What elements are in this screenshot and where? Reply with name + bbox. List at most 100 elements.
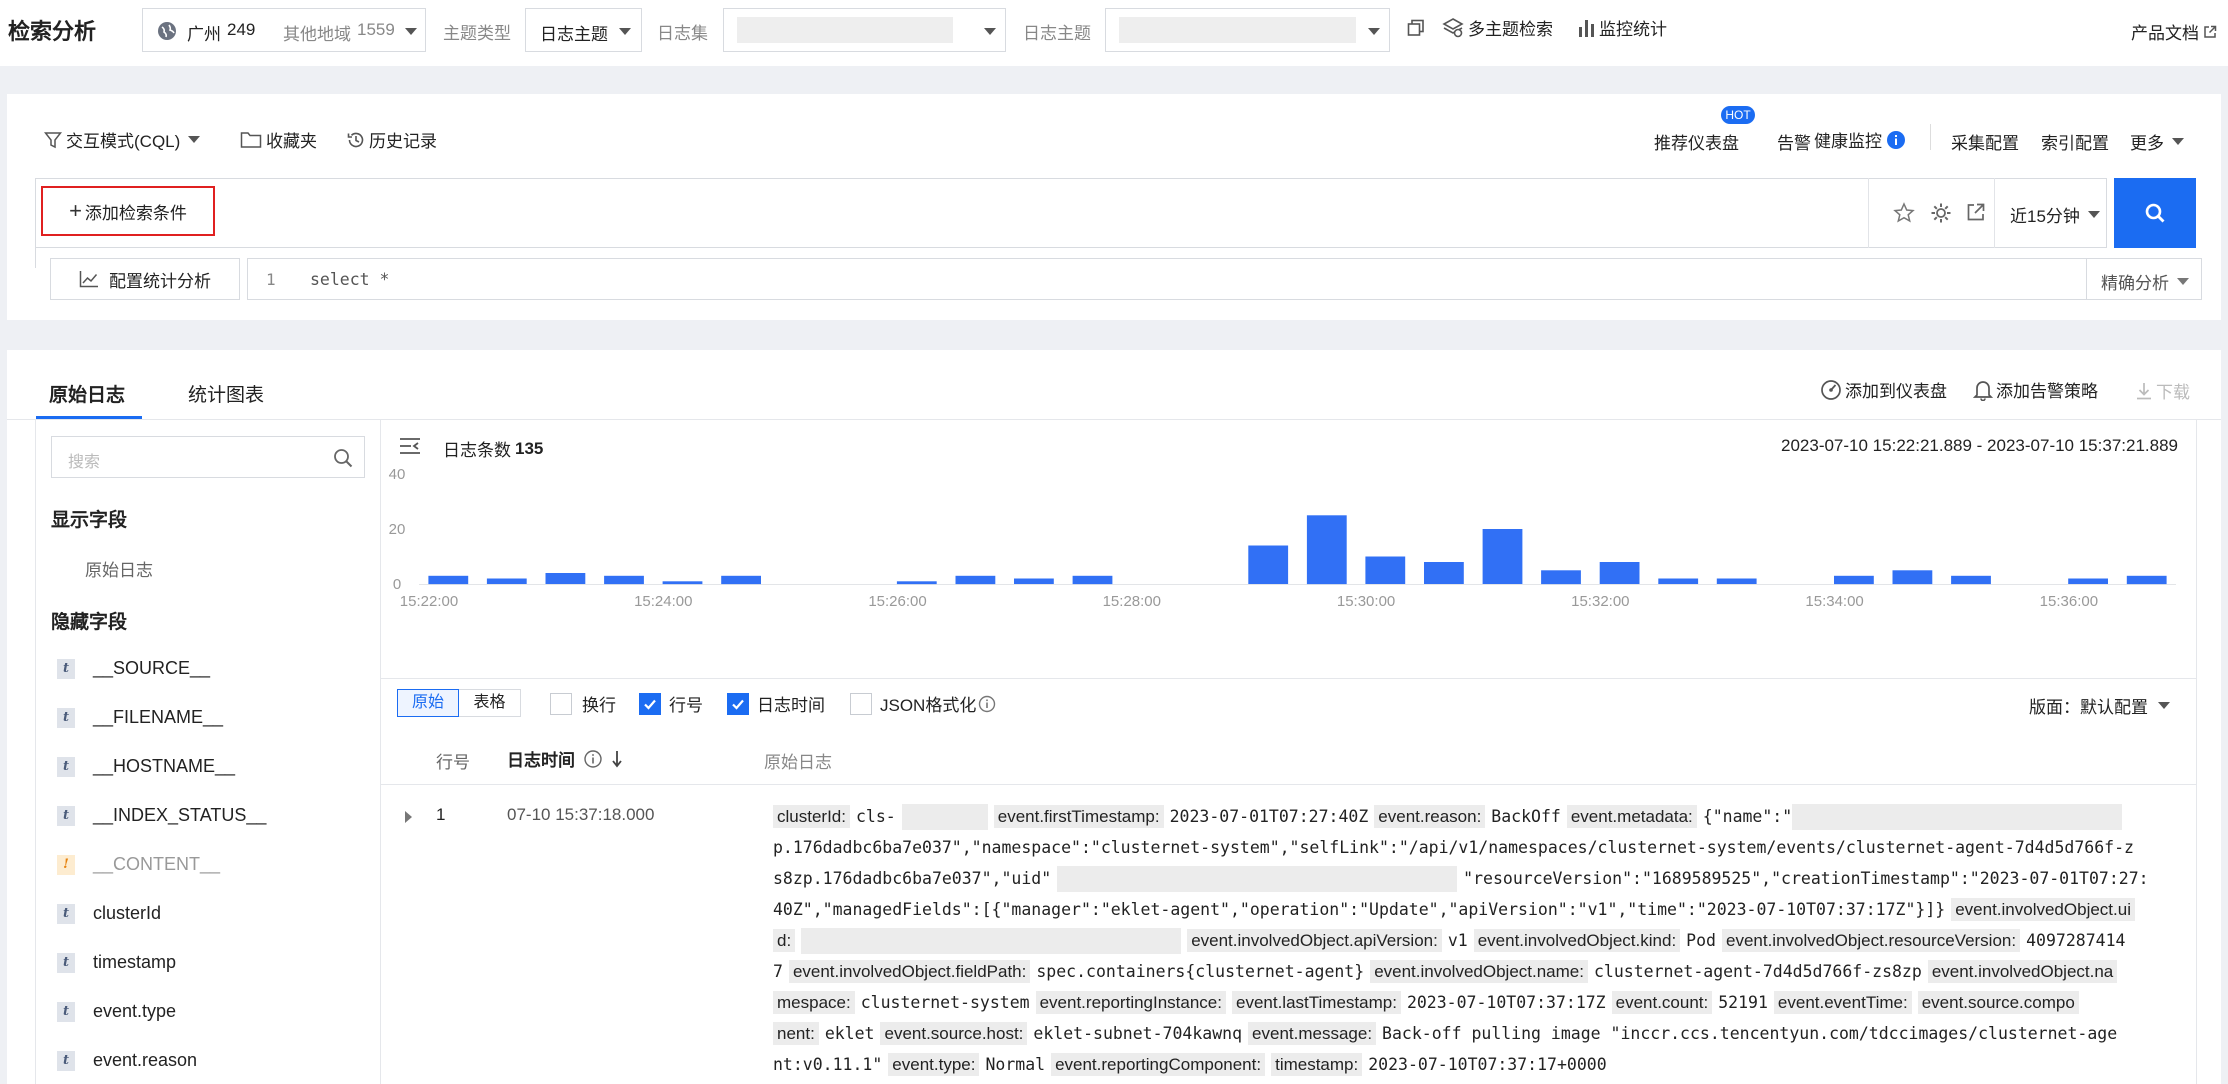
histogram-bar[interactable] (1306, 515, 1347, 585)
bell-icon (1973, 380, 1993, 401)
region-select[interactable]: 广州 249 其他地域 1559 (142, 8, 426, 52)
histogram-bar[interactable] (721, 575, 761, 585)
recommended-dashboard-link[interactable]: 推荐仪表盘 (1654, 129, 1739, 154)
display-field-item[interactable]: 原始日志 (85, 556, 153, 581)
layout-label: 版面： (2029, 698, 2080, 717)
expand-row-icon[interactable] (405, 811, 412, 823)
health-monitor-link[interactable]: 健康监控 (1814, 127, 1906, 152)
histogram-bar[interactable] (545, 573, 586, 584)
hidden-field-item[interactable]: t __HOSTNAME__ (57, 756, 235, 777)
text-type-icon: t (57, 707, 75, 728)
histogram-bar[interactable] (604, 575, 644, 585)
log-key: event.reportingInstance: (1035, 991, 1226, 1014)
histogram-bar[interactable] (1599, 562, 1640, 584)
json-format-checkbox[interactable]: JSON格式化 (850, 691, 996, 716)
histogram-bar[interactable] (1072, 575, 1113, 585)
tab-stats-chart[interactable]: 统计图表 (188, 380, 264, 407)
histogram-bar[interactable] (428, 575, 469, 585)
topic-type-select[interactable]: 日志主题 (525, 8, 642, 52)
histogram-bar[interactable] (1248, 545, 1289, 585)
field-search-input[interactable]: 搜索 (51, 436, 365, 478)
field-name: __INDEX_STATUS__ (93, 805, 267, 825)
logset-select[interactable] (723, 8, 1006, 52)
copy-icon[interactable] (1407, 19, 1425, 37)
hidden-field-item[interactable]: t clusterId (57, 903, 161, 924)
log-value: 409728741​4 (2026, 931, 2126, 950)
field-name: __HOSTNAME__ (93, 756, 236, 776)
histogram-bar[interactable] (486, 578, 527, 585)
log-line: 40Z","managedFields":[{"manager":"eklet-… (773, 894, 2141, 925)
gear-icon[interactable] (1930, 202, 1952, 224)
product-docs-link[interactable]: 产品文档 (2131, 19, 2217, 44)
mode-select[interactable]: 交互模式(CQL) (44, 127, 201, 152)
hidden-field-item[interactable]: t event.reason (57, 1050, 197, 1071)
wrap-checkbox[interactable]: 换行 (550, 691, 616, 716)
log-topic-select[interactable] (1105, 8, 1390, 52)
hidden-field-item[interactable]: t __SOURCE__ (57, 658, 210, 679)
sql-editor[interactable]: 1 select * 精确分析 (247, 258, 2202, 300)
share-icon[interactable] (1966, 202, 1986, 222)
hidden-field-item[interactable]: t timestamp (57, 952, 176, 973)
histogram-bar[interactable] (1892, 570, 1933, 585)
monitor-stats-button[interactable]: 监控统计 (1578, 15, 1667, 40)
collapse-icon[interactable] (399, 437, 421, 455)
x-tick-label: 15:30:00 (1337, 593, 1395, 610)
hidden-field-item[interactable]: t event.type (57, 1001, 176, 1022)
view-table-button[interactable]: 表格 (459, 689, 521, 717)
histogram-bar[interactable] (1014, 578, 1054, 585)
time-range-select[interactable]: 近15分钟 (2010, 202, 2100, 227)
precise-analysis-select[interactable]: 精确分析 (2101, 269, 2189, 294)
log-value: Pod (1686, 931, 1716, 950)
line-number-checkbox[interactable]: 行号 (639, 691, 703, 716)
alarm-link[interactable]: 告警 (1777, 129, 1811, 154)
chevron-down-icon (2087, 211, 2100, 218)
hidden-field-item[interactable]: t __INDEX_STATUS__ (57, 805, 266, 826)
view-raw-button[interactable]: 原始 (397, 689, 459, 717)
histogram-bar[interactable] (1658, 578, 1699, 585)
add-alarm-policy-button[interactable]: 添加告警策略 (1973, 377, 2098, 402)
collect-config-link[interactable]: 采集配置 (1951, 129, 2019, 154)
multi-topic-search-button[interactable]: 多主题检索 (1442, 15, 1553, 40)
config-stats-button[interactable]: 配置统计分析 (50, 258, 240, 300)
histogram-bar[interactable] (1716, 578, 1757, 585)
layout-select[interactable]: 版面： 默认配置 (2029, 693, 2170, 718)
histogram-bar[interactable] (2126, 575, 2167, 585)
index-config-link[interactable]: 索引配置 (2041, 129, 2109, 154)
x-tick-label: 15:28:00 (1103, 593, 1161, 610)
log-key: event.lastTimestamp: (1232, 991, 1401, 1014)
log-line: 7 event.involvedObject.fieldPath: spec.con… (773, 956, 2123, 987)
histogram-bar[interactable] (1424, 562, 1464, 584)
log-key: event.firstTimestamp: (993, 805, 1164, 828)
x-tick-label: 15:24:00 (634, 593, 692, 610)
tab-raw-log[interactable]: 原始日志 (49, 380, 125, 407)
y-tick-label: 20 (389, 521, 406, 538)
history-button[interactable]: 历史记录 (346, 127, 437, 152)
star-icon[interactable] (1893, 202, 1915, 224)
download-button[interactable]: 下载 (2135, 378, 2190, 403)
add-condition-label: 添加检索条件 (84, 203, 187, 223)
log-time-checkbox[interactable]: 日志时间 (727, 691, 825, 716)
histogram-bar[interactable] (2068, 578, 2108, 585)
hidden-field-item[interactable]: t __FILENAME__ (57, 707, 223, 728)
histogram-bar[interactable] (662, 581, 703, 585)
histogram-bar[interactable] (896, 581, 937, 585)
histogram-bar[interactable] (1541, 570, 1581, 585)
more-menu[interactable]: 更多 (2130, 129, 2184, 154)
histogram-bar[interactable] (955, 575, 996, 585)
column-header-time[interactable]: 日志时间 (507, 746, 623, 771)
field-name: event.type (93, 1001, 177, 1021)
add-to-dashboard-button[interactable]: 添加到仪表盘 (1820, 377, 1947, 402)
favorites-button[interactable]: 收藏夹 (240, 127, 317, 152)
more-label: 更多 (2130, 134, 2164, 153)
add-condition-button[interactable]: + 添加检索条件 (41, 186, 215, 236)
log-histogram[interactable]: 0 20 40 15:22:00 15:24:00 15:26:00 15:28:00 15:… (381, 460, 2196, 610)
histogram-bar[interactable] (1834, 575, 1874, 585)
histogram-bar[interactable] (1482, 529, 1523, 584)
hidden-field-item[interactable]: ! __CONTENT__ (57, 854, 220, 875)
log-topic-label: 日志主题 (1023, 24, 1091, 43)
histogram-bar[interactable] (1951, 575, 1991, 585)
search-button[interactable] (2114, 178, 2196, 248)
histogram-bar[interactable] (1365, 556, 1406, 585)
log-key: nent: (773, 1022, 819, 1045)
layout-value: 默认配置 (2080, 698, 2148, 717)
